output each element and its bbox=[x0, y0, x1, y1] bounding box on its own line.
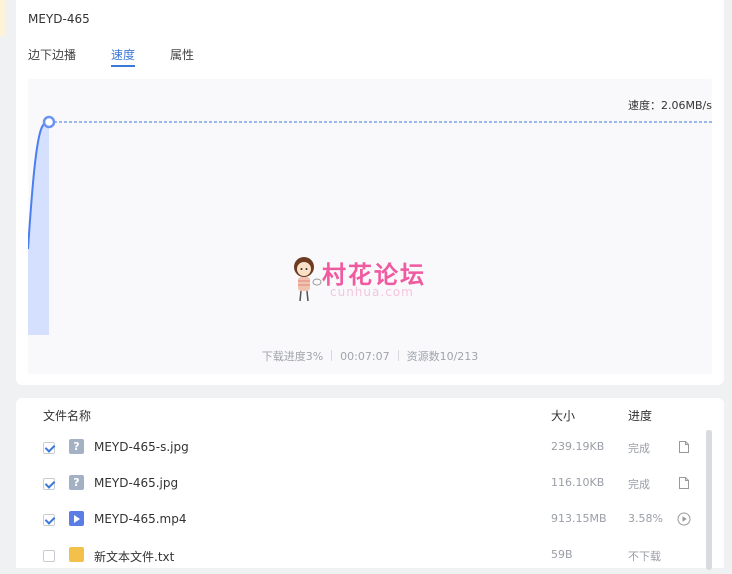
open-file-icon[interactable] bbox=[677, 476, 691, 490]
download-stats: 下载进度3% 00:07:07 资源数10/213 bbox=[28, 348, 712, 364]
file-size: 59B bbox=[551, 548, 573, 561]
file-row[interactable]: ? MEYD-465.jpg 116.10KB 完成 bbox=[16, 466, 706, 502]
file-checkbox[interactable] bbox=[43, 550, 55, 562]
file-row[interactable]: ? MEYD-465-s.jpg 239.19KB 完成 bbox=[16, 430, 706, 466]
file-row[interactable]: MEYD-465.mp4 913.15MB 3.58% bbox=[16, 502, 706, 538]
column-header-progress[interactable]: 进度 bbox=[628, 407, 652, 424]
tab-speed[interactable]: 速度 bbox=[111, 46, 136, 67]
unknown-file-icon: ? bbox=[69, 439, 84, 454]
file-checkbox[interactable] bbox=[43, 514, 55, 526]
tab-play-while-download[interactable]: 边下边播 bbox=[28, 46, 76, 63]
text-file-icon bbox=[69, 547, 84, 562]
file-name: MEYD-465.mp4 bbox=[94, 512, 187, 526]
task-detail-panel: MEYD-465 边下边播 速度 属性 速度：2.06MB/s 村花论坛 cun… bbox=[16, 0, 724, 385]
open-file-icon[interactable] bbox=[677, 440, 691, 454]
left-edge-highlight bbox=[0, 0, 5, 36]
file-size: 913.15MB bbox=[551, 512, 607, 525]
file-size: 239.19KB bbox=[551, 440, 605, 453]
download-progress-text: 下载进度3% bbox=[261, 350, 324, 363]
speed-graph bbox=[28, 115, 712, 335]
file-list-panel: 文件名称 大小 进度 ? MEYD-465-s.jpg 239.19KB 完成 … bbox=[16, 398, 724, 570]
play-icon[interactable] bbox=[677, 512, 691, 526]
current-speed-point bbox=[42, 115, 56, 129]
file-progress: 不下载 bbox=[628, 550, 661, 563]
file-name: MEYD-465.jpg bbox=[94, 476, 179, 490]
task-title: MEYD-465 bbox=[28, 12, 90, 26]
file-name: 新文本文件.txt bbox=[94, 550, 175, 564]
file-row[interactable]: 新文本文件.txt 59B 不下载 bbox=[16, 538, 706, 574]
source-count-text: 资源数10/213 bbox=[406, 350, 479, 363]
elapsed-time-text: 00:07:07 bbox=[340, 350, 390, 363]
file-name: MEYD-465-s.jpg bbox=[94, 440, 189, 454]
speed-area bbox=[28, 122, 49, 335]
file-size: 116.10KB bbox=[551, 476, 605, 489]
watermark: 村花论坛 cunhua.com bbox=[290, 255, 440, 305]
file-list-scrollbar[interactable] bbox=[706, 430, 712, 570]
file-progress: 完成 bbox=[628, 442, 650, 455]
unknown-file-icon: ? bbox=[69, 475, 84, 490]
speed-chart: 速度：2.06MB/s 村花论坛 cunhua.com 下载进度3% 00:07… bbox=[28, 79, 712, 374]
cartoon-girl-logo bbox=[294, 257, 322, 302]
column-header-size[interactable]: 大小 bbox=[551, 407, 575, 424]
file-progress: 3.58% bbox=[628, 512, 663, 525]
video-file-icon bbox=[69, 511, 84, 526]
tab-properties[interactable]: 属性 bbox=[170, 46, 194, 63]
column-header-name[interactable]: 文件名称 bbox=[43, 407, 91, 424]
watermark-subtext: cunhua.com bbox=[330, 285, 414, 299]
scrollbar-thumb[interactable] bbox=[706, 430, 712, 570]
file-checkbox[interactable] bbox=[43, 478, 55, 490]
file-progress: 完成 bbox=[628, 478, 650, 491]
file-checkbox[interactable] bbox=[43, 442, 55, 454]
